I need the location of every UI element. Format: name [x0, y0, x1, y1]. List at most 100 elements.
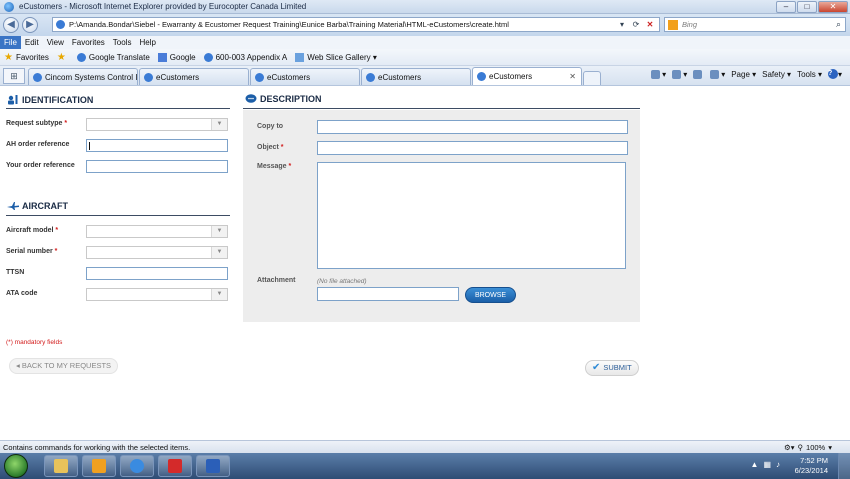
acrobat-icon [168, 459, 182, 473]
minimize-button[interactable]: – [776, 1, 796, 13]
home-button[interactable]: ▾ [651, 69, 666, 79]
copy-to-input[interactable] [317, 120, 628, 134]
menu-bar: File Edit View Favorites Tools Help [0, 36, 850, 49]
browse-button[interactable]: BROWSE [465, 287, 516, 303]
show-hidden-icons-icon[interactable]: ▲ [751, 460, 759, 469]
ie-icon [4, 1, 14, 12]
page-menu[interactable]: Page ▾ [731, 70, 756, 79]
refresh-icon[interactable]: ⟳ [630, 19, 642, 30]
identification-title: IDENTIFICATION [22, 95, 94, 105]
label-text: Aircraft model [6, 227, 54, 234]
request-subtype-select[interactable]: ▼ [86, 118, 228, 131]
print-button[interactable]: ▾ [710, 69, 725, 79]
tab-bar: ⊞ Cincom Systems Control I... eCustomers… [0, 66, 850, 86]
close-tab-icon[interactable]: ✕ [569, 72, 576, 81]
add-favorite-button[interactable]: ★ [53, 52, 73, 63]
tab-label: eCustomers [489, 72, 533, 81]
tab-ecustomers-3[interactable]: eCustomers [361, 68, 471, 85]
stop-icon[interactable]: ✕ [644, 19, 656, 30]
mail-button[interactable] [693, 69, 704, 79]
taskbar: ▲ ▦ ♪ 7:52 PM 6/23/2014 [0, 453, 850, 479]
taskbar-word[interactable] [196, 455, 230, 477]
forward-icon[interactable]: ▶ [22, 17, 38, 33]
label-text: AH order reference [6, 141, 70, 148]
request-subtype-label: Request subtype * [6, 120, 67, 127]
fav-label: 600-003 Appendix A [215, 52, 288, 62]
maximize-button[interactable]: □ [797, 1, 817, 13]
add-favorite-icon: ★ [56, 51, 66, 63]
clock-time: 7:52 PM [800, 456, 828, 465]
quick-tabs-icon[interactable]: ⊞ [3, 68, 25, 84]
serial-number-select[interactable]: ▼ [86, 246, 228, 259]
no-file-text: (No file attached) [317, 278, 367, 285]
attachment-input[interactable] [317, 287, 459, 301]
object-input[interactable] [317, 141, 628, 155]
fav-label: Google [169, 52, 196, 62]
menu-tools[interactable]: Tools [109, 36, 136, 49]
chevron-down-icon[interactable]: ▼ [211, 226, 227, 237]
ie-page-icon [33, 72, 42, 82]
fav-web-slice-gallery[interactable]: Web Slice Gallery ▾ [291, 52, 381, 62]
back-icon[interactable]: ◀ [3, 17, 19, 33]
identification-icon [8, 95, 18, 105]
taskbar-acrobat[interactable] [158, 455, 192, 477]
close-window-button[interactable]: ✕ [818, 1, 848, 13]
search-input[interactable]: Bing ⌕ [664, 17, 846, 32]
menu-help[interactable]: Help [135, 36, 159, 49]
show-desktop-button[interactable] [838, 453, 850, 479]
feeds-button[interactable]: ▾ [672, 69, 687, 79]
tab-ecustomers-2[interactable]: eCustomers [250, 68, 360, 85]
ie-page-icon [477, 72, 486, 81]
aircraft-model-select[interactable]: ▼ [86, 225, 228, 238]
folder-icon [54, 459, 68, 473]
favorites-button[interactable]: ★ Favorites [0, 52, 53, 63]
volume-icon[interactable]: ♪ [776, 460, 780, 469]
clock[interactable]: 7:52 PM 6/23/2014 [795, 456, 828, 476]
menu-edit[interactable]: Edit [21, 36, 43, 49]
taskbar-explorer[interactable] [44, 455, 78, 477]
search-icon[interactable]: ⌕ [836, 19, 841, 30]
dropdown-icon[interactable]: ▾ [616, 19, 628, 30]
zoom-icon: ⚲ [797, 442, 804, 452]
tab-ecustomers-active[interactable]: eCustomers ✕ [472, 67, 582, 85]
taskbar-outlook[interactable] [82, 455, 116, 477]
search-placeholder: Bing [682, 20, 698, 29]
ah-order-reference-input[interactable] [86, 139, 228, 152]
fav-google[interactable]: Google [154, 52, 200, 62]
status-text: Contains commands for working with the s… [3, 442, 191, 452]
back-to-my-requests-button[interactable]: ◂ BACK TO MY REQUESTS [9, 358, 119, 374]
star-icon: ★ [4, 51, 13, 63]
start-button[interactable] [4, 454, 28, 478]
copy-to-label: Copy to [257, 123, 284, 130]
chevron-down-icon[interactable]: ▼ [211, 119, 227, 130]
zoom-control[interactable]: ⚙▾ ⚲ 100% ▾ [784, 443, 832, 452]
menu-view[interactable]: View [43, 36, 68, 49]
ah-order-reference-label: AH order reference [6, 141, 69, 148]
system-tray: ▲ ▦ ♪ [751, 460, 780, 469]
url-text[interactable]: P:\Amanda.Bondar\Siebel - Ewarranty & Ec… [69, 20, 509, 29]
window-titlebar: eCustomers - Microsoft Internet Explorer… [0, 0, 850, 14]
submit-button[interactable]: ✔ SUBMIT [585, 360, 639, 376]
network-icon[interactable]: ▦ [763, 460, 771, 469]
ttsn-input[interactable] [86, 267, 228, 280]
new-tab-button[interactable] [583, 71, 601, 85]
taskbar-internet-explorer[interactable] [120, 455, 154, 477]
speech-bubble-icon [245, 94, 257, 103]
chevron-down-icon[interactable]: ▼ [211, 247, 227, 258]
your-order-reference-input[interactable] [86, 160, 228, 173]
url-field[interactable]: P:\Amanda.Bondar\Siebel - Ewarranty & Ec… [52, 17, 660, 32]
message-textarea[interactable] [317, 162, 626, 269]
fav-appendix[interactable]: 600-003 Appendix A [200, 52, 292, 62]
ata-code-select[interactable]: ▼ [86, 288, 228, 301]
menu-favorites[interactable]: Favorites [68, 36, 109, 49]
safety-menu[interactable]: Safety ▾ [762, 70, 791, 79]
chevron-down-icon[interactable]: ▼ [211, 289, 227, 300]
fav-google-translate[interactable]: Google Translate [73, 52, 154, 62]
tab-ecustomers-1[interactable]: eCustomers [139, 68, 249, 85]
mail-icon [693, 69, 703, 79]
help-menu[interactable]: ? ▾ [827, 69, 842, 79]
tab-label: eCustomers [267, 72, 311, 82]
menu-file[interactable]: File [0, 36, 21, 49]
tools-menu[interactable]: Tools ▾ [797, 70, 822, 79]
tab-cincom[interactable]: Cincom Systems Control I... [28, 68, 138, 85]
